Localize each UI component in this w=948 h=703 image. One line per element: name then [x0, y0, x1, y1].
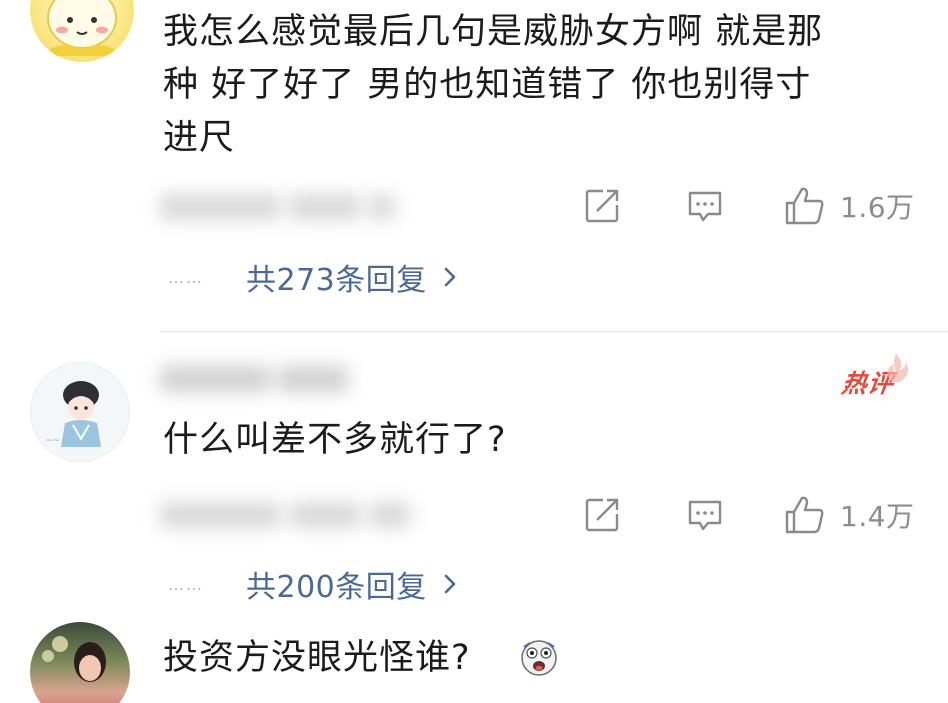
replies-count-label: 共200条回复	[246, 570, 427, 605]
chevron-right-icon	[444, 574, 456, 594]
like-count: 1.4万	[840, 500, 915, 533]
share-button[interactable]	[583, 187, 621, 225]
comment-text-line: 种 好了好了 男的也知道错了 你也别得寸	[163, 65, 812, 105]
like-button[interactable]: 1.4万	[784, 494, 915, 536]
blurred-comment-meta	[160, 494, 440, 536]
comment-list: 我怎么感觉最后几句是威胁女方啊 就是那 种 好了好了 男的也知道错了 你也别得寸…	[0, 0, 948, 703]
thumbs-up-icon	[785, 496, 824, 534]
like-button[interactable]: 1.6万	[784, 185, 915, 227]
view-replies-link[interactable]: …… 共200条回复	[168, 564, 457, 605]
replies-count-label: 共273条回复	[246, 263, 427, 298]
reply-icon	[688, 191, 722, 222]
user-avatar[interactable]	[30, 0, 134, 62]
shocked-face-emoji	[521, 640, 557, 676]
comment-text: 什么叫差不多就行了?	[163, 420, 507, 460]
blurred-username	[160, 358, 380, 400]
comment-text-line: 我怎么感觉最后几句是威胁女方啊 就是那	[163, 12, 824, 52]
cartoon-avatar-image: ~~	[45, 381, 101, 447]
share-icon	[585, 498, 619, 532]
svg-text:~~: ~~	[45, 436, 60, 446]
thumbs-up-icon	[785, 187, 824, 225]
comment-text: 投资方没眼光怪谁?	[163, 638, 471, 678]
like-count: 1.6万	[840, 191, 915, 224]
share-icon	[585, 189, 619, 223]
reply-button[interactable]	[686, 187, 724, 225]
comment-divider	[160, 331, 948, 332]
photo-avatar-image	[42, 636, 106, 682]
cartoon-avatar-image	[40, 0, 124, 56]
flame-icon	[887, 354, 908, 383]
reply-button[interactable]	[686, 496, 724, 534]
reply-icon	[688, 500, 722, 531]
comment-text-line: 进尺	[163, 118, 236, 158]
user-avatar[interactable]: ~~	[30, 362, 130, 462]
blurred-comment-meta	[160, 186, 440, 228]
dots-decoration: ……	[168, 574, 204, 594]
user-avatar[interactable]	[30, 622, 130, 703]
view-replies-link[interactable]: …… 共273条回复	[168, 257, 457, 298]
share-button[interactable]	[583, 496, 621, 534]
dots-decoration: ……	[168, 267, 204, 287]
chevron-right-icon	[444, 267, 456, 287]
